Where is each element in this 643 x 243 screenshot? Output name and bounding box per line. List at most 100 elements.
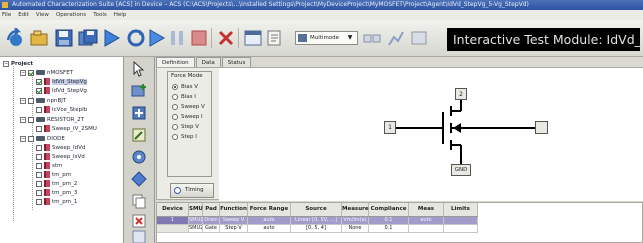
checkbox[interactable] xyxy=(28,135,34,142)
table-cell[interactable]: auto xyxy=(248,217,291,225)
table-cell[interactable]: auto xyxy=(248,225,291,233)
table-cell[interactable]: SMU1 xyxy=(189,217,203,225)
tree-item[interactable]: tm_pm_1 xyxy=(36,197,77,206)
tree-item[interactable]: tm_pm xyxy=(36,170,71,179)
checkbox[interactable] xyxy=(28,116,34,123)
save-all-icon[interactable] xyxy=(78,28,98,48)
menu-view[interactable]: View xyxy=(36,12,49,18)
radio[interactable] xyxy=(172,133,178,140)
table-cell[interactable]: 1 xyxy=(157,217,189,225)
pause-icon[interactable] xyxy=(167,28,187,48)
checkbox[interactable] xyxy=(36,144,42,151)
tree-item[interactable]: IdVd_StepVg xyxy=(36,86,87,95)
add-device-icon[interactable] xyxy=(131,83,147,99)
table-cell[interactable] xyxy=(157,225,189,233)
table-cell[interactable] xyxy=(444,217,478,225)
diamond-icon[interactable] xyxy=(131,171,147,187)
delete-icon[interactable] xyxy=(216,28,236,48)
table-cell[interactable]: None xyxy=(342,225,369,233)
radio[interactable] xyxy=(172,93,178,100)
tree-item[interactable]: IcVce_StepIb xyxy=(36,105,87,114)
tree-item[interactable]: tm_pm_3 xyxy=(36,188,77,197)
chart-icon[interactable] xyxy=(386,28,406,48)
checkbox[interactable] xyxy=(28,69,34,76)
run-step-icon[interactable] xyxy=(146,28,166,48)
add-module-icon[interactable] xyxy=(131,105,147,121)
tree-item[interactable]: Sweep_IV_2SMU xyxy=(36,124,97,133)
collapse-icon[interactable]: − xyxy=(3,60,9,67)
table-cell[interactable]: SMU2 xyxy=(189,225,203,233)
tree-item[interactable]: stm xyxy=(36,161,62,170)
collapse-icon[interactable]: − xyxy=(20,69,26,76)
table-cell[interactable]: 0.1 xyxy=(369,217,409,225)
table-cell[interactable]: Vm/Im(a) xyxy=(342,217,369,225)
properties-icon[interactable] xyxy=(265,28,285,48)
cursor-icon[interactable] xyxy=(131,61,147,77)
menu-tools[interactable]: Tools xyxy=(93,12,107,18)
radio[interactable] xyxy=(172,113,178,120)
checkbox[interactable] xyxy=(36,106,42,113)
checkbox[interactable] xyxy=(36,125,42,132)
table-row[interactable]: 1 SMU1 Drain Sweep V auto Linear [0, 5V,… xyxy=(157,217,478,225)
export-icon[interactable] xyxy=(409,28,429,48)
force-option-sweep-i[interactable]: Sweep I xyxy=(172,112,203,121)
checkbox[interactable] xyxy=(36,189,42,196)
table-cell[interactable]: Drain xyxy=(203,217,220,225)
checkbox[interactable] xyxy=(36,78,42,85)
collapse-icon[interactable]: − xyxy=(20,116,26,123)
tree-item[interactable]: − nMOSFET xyxy=(20,68,73,77)
open-folder-icon[interactable] xyxy=(30,28,50,48)
table-cell[interactable] xyxy=(409,225,444,233)
force-option-bias-v[interactable]: Bias V xyxy=(172,82,198,91)
force-option-step-v[interactable]: Step V xyxy=(172,122,199,131)
table-row[interactable]: SMU2 Gate Step V auto [0, 5, 4] None 0.1 xyxy=(157,225,478,233)
table-cell[interactable]: [0, 5, 4] xyxy=(291,225,342,233)
configure-icon[interactable] xyxy=(131,149,147,165)
menu-file[interactable]: File xyxy=(2,12,11,18)
menu-operations[interactable]: Operations xyxy=(56,12,86,18)
table-cell[interactable] xyxy=(444,225,478,233)
tree-item[interactable]: − npnBJT xyxy=(20,96,66,105)
terminal-right[interactable] xyxy=(535,121,548,134)
checkbox[interactable] xyxy=(36,180,42,187)
tree-item[interactable]: IdVd_StepVg xyxy=(36,77,87,86)
tree-item[interactable]: − RESISTOR_2T xyxy=(20,115,84,124)
table-cell[interactable]: Gate xyxy=(203,225,220,233)
force-option-sweep-v[interactable]: Sweep V xyxy=(172,102,205,111)
tree-root[interactable]: − Project xyxy=(3,59,33,68)
checkbox[interactable] xyxy=(36,162,42,169)
terminal-top[interactable]: 2 xyxy=(455,88,467,100)
tree-item[interactable]: tm_pm_2 xyxy=(36,179,77,188)
copy-icon[interactable] xyxy=(131,193,147,209)
radio[interactable] xyxy=(172,83,178,90)
checkbox[interactable] xyxy=(36,171,42,178)
force-option-bias-i[interactable]: Bias I xyxy=(172,92,196,101)
tree-item[interactable]: Sweep_IsVd xyxy=(36,152,85,161)
radio[interactable] xyxy=(172,103,178,110)
cycle-run-icon[interactable] xyxy=(126,28,146,48)
table-cell[interactable]: auto xyxy=(409,217,444,225)
table-cell[interactable]: Sweep V xyxy=(220,217,248,225)
smu-config-grid[interactable]: Device Num SMU Pad Function Force Range … xyxy=(156,202,643,243)
table-cell[interactable]: Linear [0, 5V, ...] xyxy=(291,217,342,225)
collapse-icon[interactable]: − xyxy=(20,135,26,142)
tree-item[interactable]: − DIODE xyxy=(20,134,65,143)
terminal-gnd[interactable]: GND xyxy=(451,164,471,176)
checkbox[interactable] xyxy=(28,97,34,104)
timing-button[interactable]: Timing xyxy=(170,183,214,198)
table-cell[interactable]: Step V xyxy=(220,225,248,233)
menu-help[interactable]: Help xyxy=(114,12,127,18)
project-tree[interactable]: − Project − nMOSFET IdVd_StepVg IdVd_Ste… xyxy=(0,57,124,243)
checkbox[interactable] xyxy=(36,198,42,205)
tree-item[interactable]: Sweep_IdVd xyxy=(36,143,85,152)
radio[interactable] xyxy=(172,123,178,130)
remove-icon[interactable] xyxy=(131,213,147,229)
extra-tool-icon[interactable] xyxy=(131,229,147,243)
run-test-icon[interactable] xyxy=(101,28,121,48)
table-cell[interactable]: 0.1 xyxy=(369,225,409,233)
stop-icon[interactable] xyxy=(189,28,209,48)
force-option-step-i[interactable]: Step I xyxy=(172,132,197,141)
chevron-down-icon[interactable]: ▼ xyxy=(346,34,354,42)
new-project-icon[interactable] xyxy=(6,28,26,48)
save-icon[interactable] xyxy=(54,28,74,48)
